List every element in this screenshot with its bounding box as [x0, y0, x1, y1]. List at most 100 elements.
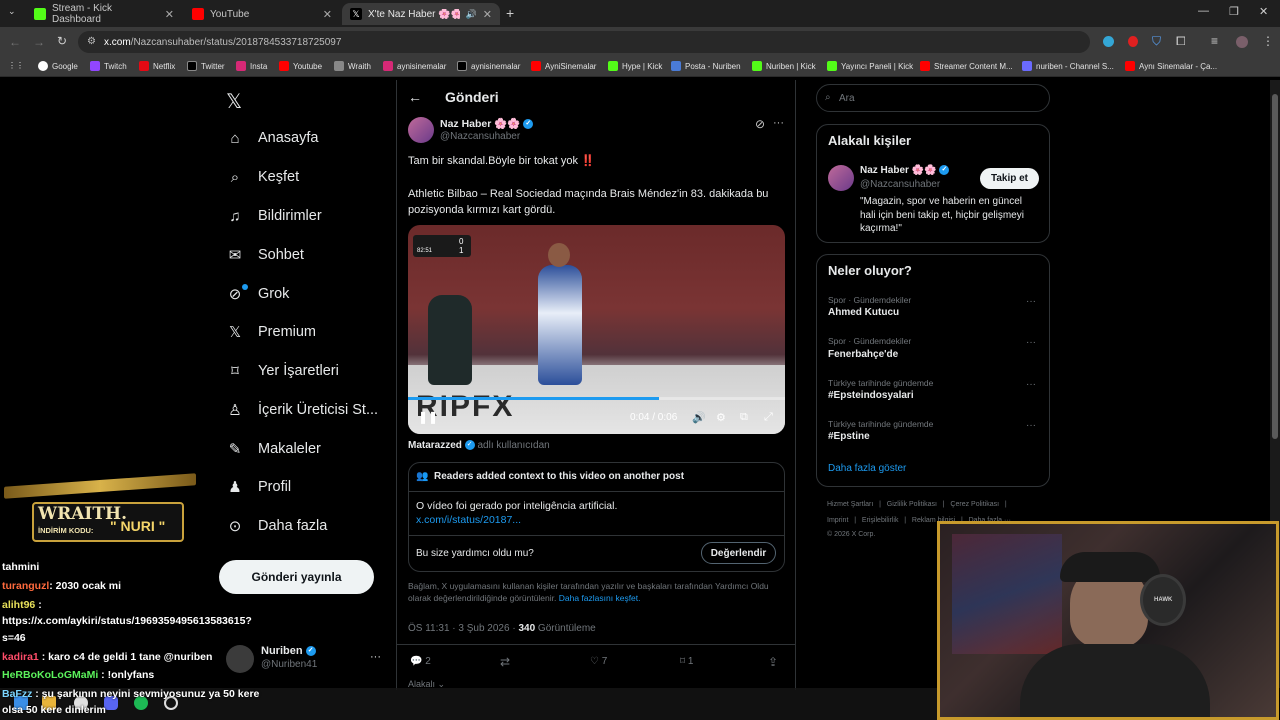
- trend-item[interactable]: Fenerbahçe'de: [828, 349, 898, 360]
- bookmark-channel[interactable]: nuriben - Channel S...: [1022, 61, 1114, 71]
- bookmark-twitter[interactable]: Twitter: [187, 61, 225, 71]
- more-icon[interactable]: ···: [773, 117, 784, 129]
- x-logo-icon[interactable]: 𝕏: [226, 89, 242, 114]
- bookmark-insta[interactable]: Insta: [236, 61, 267, 71]
- follow-button[interactable]: Takip et: [980, 168, 1039, 189]
- related-user[interactable]: Naz Haber 🌸🌸 ✓: [860, 165, 950, 176]
- scrollbar-thumb[interactable]: [1272, 94, 1278, 439]
- learn-more-link[interactable]: Daha fazlasını keşfet.: [559, 593, 641, 603]
- repost-icon[interactable]: ⇄: [500, 655, 510, 669]
- bookmark-streamer[interactable]: Streamer Content M...: [920, 61, 1013, 71]
- bookmark-youtube[interactable]: Youtube: [279, 61, 322, 71]
- video-progress-track[interactable]: [408, 397, 785, 400]
- maximize-icon[interactable]: ❐: [1229, 5, 1239, 18]
- nav-profile[interactable]: ♟ Profil: [226, 478, 291, 496]
- audio-icon[interactable]: 🔊: [466, 9, 477, 20]
- fullscreen-icon[interactable]: ⤢: [764, 411, 773, 424]
- apps-icon[interactable]: ⋮⋮: [8, 61, 24, 70]
- address-bar[interactable]: ⚙ x.com/Nazcansuhaber/status/20187845337…: [78, 31, 1090, 53]
- trend-item[interactable]: Ahmed Kutucu: [828, 307, 899, 318]
- pip-icon[interactable]: ⧉: [740, 411, 748, 424]
- nav-more[interactable]: ⊙ Daha fazla: [226, 517, 328, 535]
- extension-icon[interactable]: [1103, 36, 1114, 47]
- bookmark-yayinci[interactable]: Yayıncı Paneli | Kick: [827, 61, 913, 71]
- puzzle-icon[interactable]: ⧠: [1176, 34, 1186, 49]
- show-more-link[interactable]: Daha fazla göster: [828, 463, 906, 474]
- profile-avatar[interactable]: [1236, 36, 1248, 48]
- settings-icon[interactable]: ⚙: [716, 411, 726, 424]
- nav-bookmarks[interactable]: ⌑ Yer İşaretleri: [226, 362, 339, 380]
- more-icon[interactable]: ···: [1026, 337, 1036, 348]
- forward-icon[interactable]: →: [33, 35, 45, 49]
- bookmark-nuriben-kick[interactable]: Nuriben | Kick: [752, 61, 816, 71]
- close-icon[interactable]: ✕: [323, 8, 332, 21]
- close-icon[interactable]: ✕: [483, 8, 492, 21]
- rate-button[interactable]: Değerlendir: [701, 542, 776, 564]
- bookmark-ayni[interactable]: Aynı Sinemalar - Ça...: [1125, 61, 1217, 71]
- nav-premium[interactable]: 𝕏 Premium: [226, 323, 316, 341]
- more-icon[interactable]: ···: [1026, 379, 1036, 390]
- bookmark-posta[interactable]: Posta - Nuriben: [671, 61, 741, 71]
- nav-articles[interactable]: ✎ Makaleler: [226, 440, 321, 458]
- grok-icon[interactable]: ⊘: [755, 117, 765, 131]
- twitch-icon: [90, 61, 100, 71]
- like-button[interactable]: ♡ 7: [590, 656, 607, 667]
- close-icon[interactable]: ✕: [165, 8, 174, 21]
- nav-explore[interactable]: ⌕ Keşfet: [226, 168, 299, 186]
- menu-icon[interactable]: ⋮: [1262, 34, 1274, 48]
- footer-links[interactable]: Hizmet Şartları | Gizlilik Politikası | …: [827, 501, 1007, 508]
- bookmark-wraith[interactable]: Wraith: [334, 61, 371, 71]
- back-icon[interactable]: ←: [9, 35, 21, 49]
- reload-icon[interactable]: ↻: [57, 34, 67, 48]
- bookmark-aynisinemalar-yt[interactable]: AyniSinemalar: [531, 61, 596, 71]
- avatar[interactable]: [408, 117, 434, 143]
- people-icon: 👥: [416, 471, 429, 482]
- bookmark-button[interactable]: ⌑ 1: [680, 656, 693, 667]
- close-window-icon[interactable]: ✕: [1259, 5, 1268, 18]
- nav-notifications[interactable]: ♫ Bildirimler: [226, 207, 321, 225]
- extension-icon[interactable]: [1128, 36, 1138, 47]
- nav-home[interactable]: ⌂ Anasayfa: [226, 129, 318, 147]
- post-author[interactable]: Naz Haber 🌸🌸 ✓: [440, 117, 534, 130]
- browser-tab-youtube[interactable]: YouTube ✕: [184, 3, 340, 25]
- bookmark-aynisinemalar-x[interactable]: aynisinemalar: [457, 61, 520, 71]
- share-icon[interactable]: ⇪: [768, 655, 778, 669]
- reply-button[interactable]: 💬 2: [410, 656, 431, 667]
- tab-search-icon[interactable]: ⌄: [8, 6, 16, 17]
- nav-creator-studio[interactable]: ♙ İçerik Üreticisi St...: [226, 401, 378, 419]
- bookmark-aynisinemalar[interactable]: aynisinemalar: [383, 61, 446, 71]
- bookmark-netflix[interactable]: Netflix: [139, 61, 175, 71]
- trend-item[interactable]: #Epstine: [828, 431, 870, 442]
- pause-icon[interactable]: ❚❚: [418, 410, 438, 424]
- post-timestamp[interactable]: ÖS 11:31 · 3 Şub 2026 ·: [408, 623, 518, 634]
- avatar[interactable]: [828, 165, 854, 191]
- bookmark-twitch[interactable]: Twitch: [90, 61, 127, 71]
- trend-item[interactable]: #Epsteindosyalari: [828, 390, 914, 401]
- media-icon[interactable]: ≡: [1211, 34, 1218, 48]
- nav-messages[interactable]: ✉ Sohbet: [226, 246, 304, 264]
- more-icon[interactable]: ···: [1026, 296, 1036, 307]
- bookmark-hype[interactable]: Hype | Kick: [608, 61, 662, 71]
- post-button[interactable]: Gönderi yayınla: [219, 560, 374, 594]
- divider: [396, 644, 796, 645]
- minimize-icon[interactable]: —: [1198, 5, 1209, 17]
- shield-icon[interactable]: ⛉: [1152, 34, 1161, 49]
- new-tab-icon[interactable]: +: [506, 5, 514, 21]
- search-input[interactable]: ⌕ Ara: [816, 84, 1050, 112]
- community-note-link[interactable]: x.com/i/status/20187...: [416, 514, 521, 526]
- browser-tab-kick[interactable]: Stream - Kick Dashboard ✕: [26, 3, 182, 25]
- more-icon[interactable]: ···: [370, 651, 381, 663]
- site-info-icon[interactable]: ⚙: [87, 36, 96, 47]
- post-video[interactable]: RIPFX 82:51 0 1 ❚❚ 0:04 / 0:06 🔊 ⚙ ⧉ ⤢: [408, 225, 785, 434]
- video-source[interactable]: Matarazzed ✓ adlı kullanıcıdan: [408, 440, 550, 451]
- account-switcher[interactable]: Nuriben ✓: [261, 645, 316, 657]
- bookmark-google[interactable]: Google: [38, 61, 78, 71]
- back-arrow-icon[interactable]: ←: [408, 89, 422, 105]
- youtube-icon: [920, 61, 930, 71]
- browser-tab-x[interactable]: 𝕏 X'te Naz Haber 🌸🌸: "Tam 🔊 ✕: [342, 3, 500, 25]
- more-icon[interactable]: ···: [1026, 420, 1036, 431]
- nav-grok[interactable]: ⊘ Grok: [226, 285, 290, 303]
- avatar[interactable]: [226, 645, 254, 673]
- volume-icon[interactable]: 🔊: [692, 411, 706, 424]
- youtube-icon: [531, 61, 541, 71]
